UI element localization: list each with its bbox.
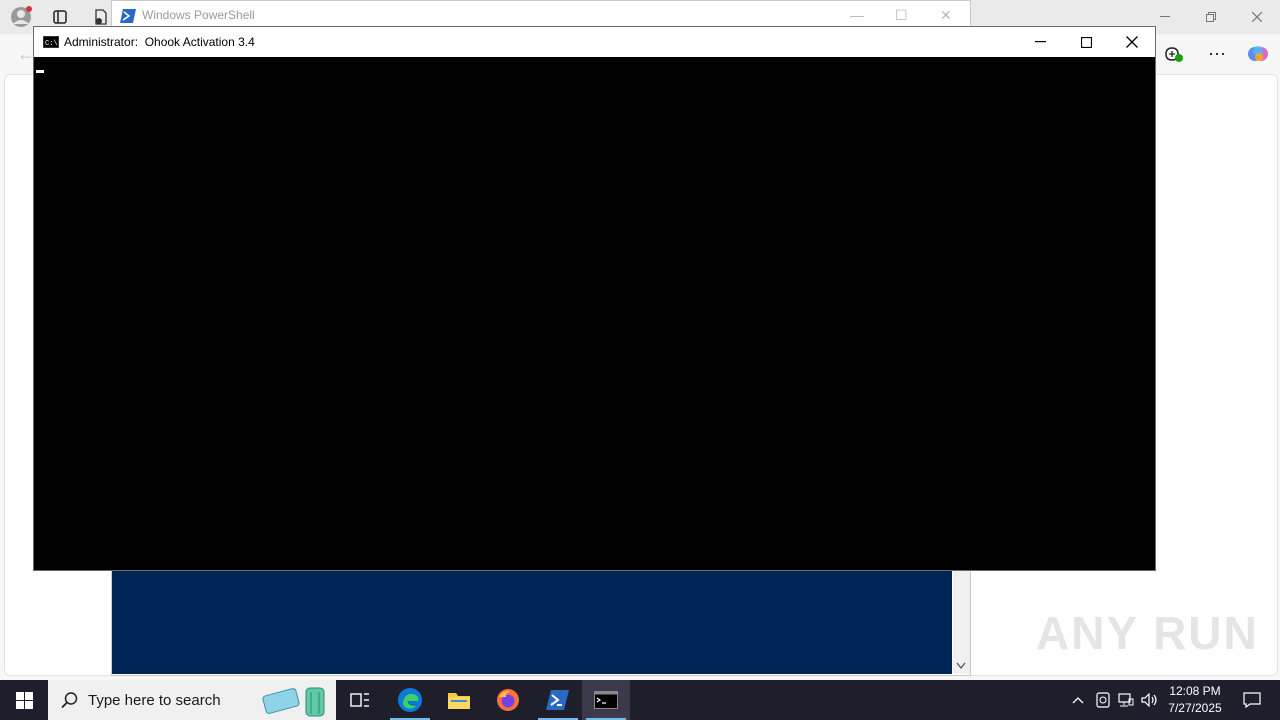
cmd-icon: C:\ — [43, 36, 59, 48]
more-options-icon[interactable]: ⋯ — [1204, 42, 1230, 66]
profile-avatar[interactable] — [8, 5, 34, 29]
network-button[interactable] — [1115, 680, 1137, 720]
chevron-up-icon — [1072, 697, 1084, 704]
svg-text:C:\: C:\ — [45, 40, 58, 48]
copilot-icon[interactable] — [1245, 42, 1271, 66]
notifications-button[interactable] — [1232, 680, 1272, 720]
edge-restore-icon[interactable] — [1196, 6, 1226, 28]
console-titlebar[interactable]: C:\ Administrator: Ohook Activation 3.4 — [34, 27, 1155, 57]
console-title: Administrator: Ohook Activation 3.4 — [64, 35, 255, 49]
file-explorer-icon — [448, 693, 470, 709]
taskbar-powershell[interactable] — [534, 680, 582, 720]
task-view-icon — [350, 693, 369, 707]
cmd-icon — [594, 691, 618, 709]
console-minimize-icon[interactable] — [1017, 27, 1063, 57]
ps-close-icon[interactable]: ✕ — [940, 7, 952, 24]
taskbar-search-box[interactable]: Type here to search — [48, 680, 336, 720]
taskbar-edge[interactable] — [386, 680, 434, 720]
tray-update-icon-button[interactable] — [1092, 680, 1114, 720]
console-maximize-icon[interactable] — [1063, 27, 1109, 57]
anyrun-watermark: ANY RUN — [1036, 607, 1259, 659]
powershell-console-area[interactable] — [112, 570, 952, 674]
powershell-icon — [546, 690, 569, 710]
ps-maximize-icon[interactable]: ☐ — [895, 7, 908, 24]
edge-minimize-icon[interactable] — [1150, 6, 1180, 28]
console-output-area[interactable] — [34, 57, 1155, 570]
taskbar-file-explorer[interactable] — [435, 680, 483, 720]
powershell-title: Windows PowerShell — [142, 8, 255, 22]
edge-icon — [398, 688, 422, 712]
volume-button[interactable] — [1139, 680, 1161, 720]
console-title-name: Ohook Activation 3.4 — [144, 35, 255, 49]
powershell-scrollbar[interactable] — [953, 570, 970, 674]
taskbar: Type here to search 12:08 PM 7/27/2025 — [0, 680, 1280, 720]
taskbar-firefox[interactable] — [484, 680, 532, 720]
search-placeholder: Type here to search — [88, 692, 221, 709]
taskbar-clock[interactable]: 12:08 PM 7/27/2025 — [1162, 683, 1228, 717]
taskbar-cmd[interactable] — [582, 680, 630, 720]
clock-date: 7/27/2025 — [1168, 701, 1222, 715]
speaker-icon — [1141, 693, 1157, 707]
console-window: C:\ Administrator: Ohook Activation 3.4 — [33, 26, 1156, 571]
task-view-button[interactable] — [336, 680, 384, 720]
start-button[interactable] — [0, 680, 48, 720]
show-hidden-icons-button[interactable] — [1066, 680, 1090, 720]
ps-minimize-icon[interactable]: — — [850, 7, 864, 23]
edge-close-icon[interactable] — [1242, 6, 1272, 28]
tab-favicon-icon[interactable] — [90, 6, 112, 28]
clock-time: 12:08 PM — [1169, 684, 1221, 698]
search-highlight-icon — [262, 687, 325, 717]
notification-icon — [1243, 692, 1261, 708]
network-icon — [1118, 693, 1134, 707]
windows-logo-icon — [15, 691, 33, 709]
console-close-icon[interactable] — [1109, 27, 1155, 57]
console-title-prefix: Administrator: — [64, 35, 139, 49]
scroll-down-icon[interactable] — [956, 662, 966, 670]
search-icon — [61, 692, 78, 709]
windows-update-icon — [1096, 692, 1110, 708]
firefox-icon — [497, 689, 519, 711]
powershell-icon — [120, 9, 136, 23]
text-cursor — [36, 70, 44, 73]
browser-essentials-icon[interactable] — [1160, 42, 1186, 66]
